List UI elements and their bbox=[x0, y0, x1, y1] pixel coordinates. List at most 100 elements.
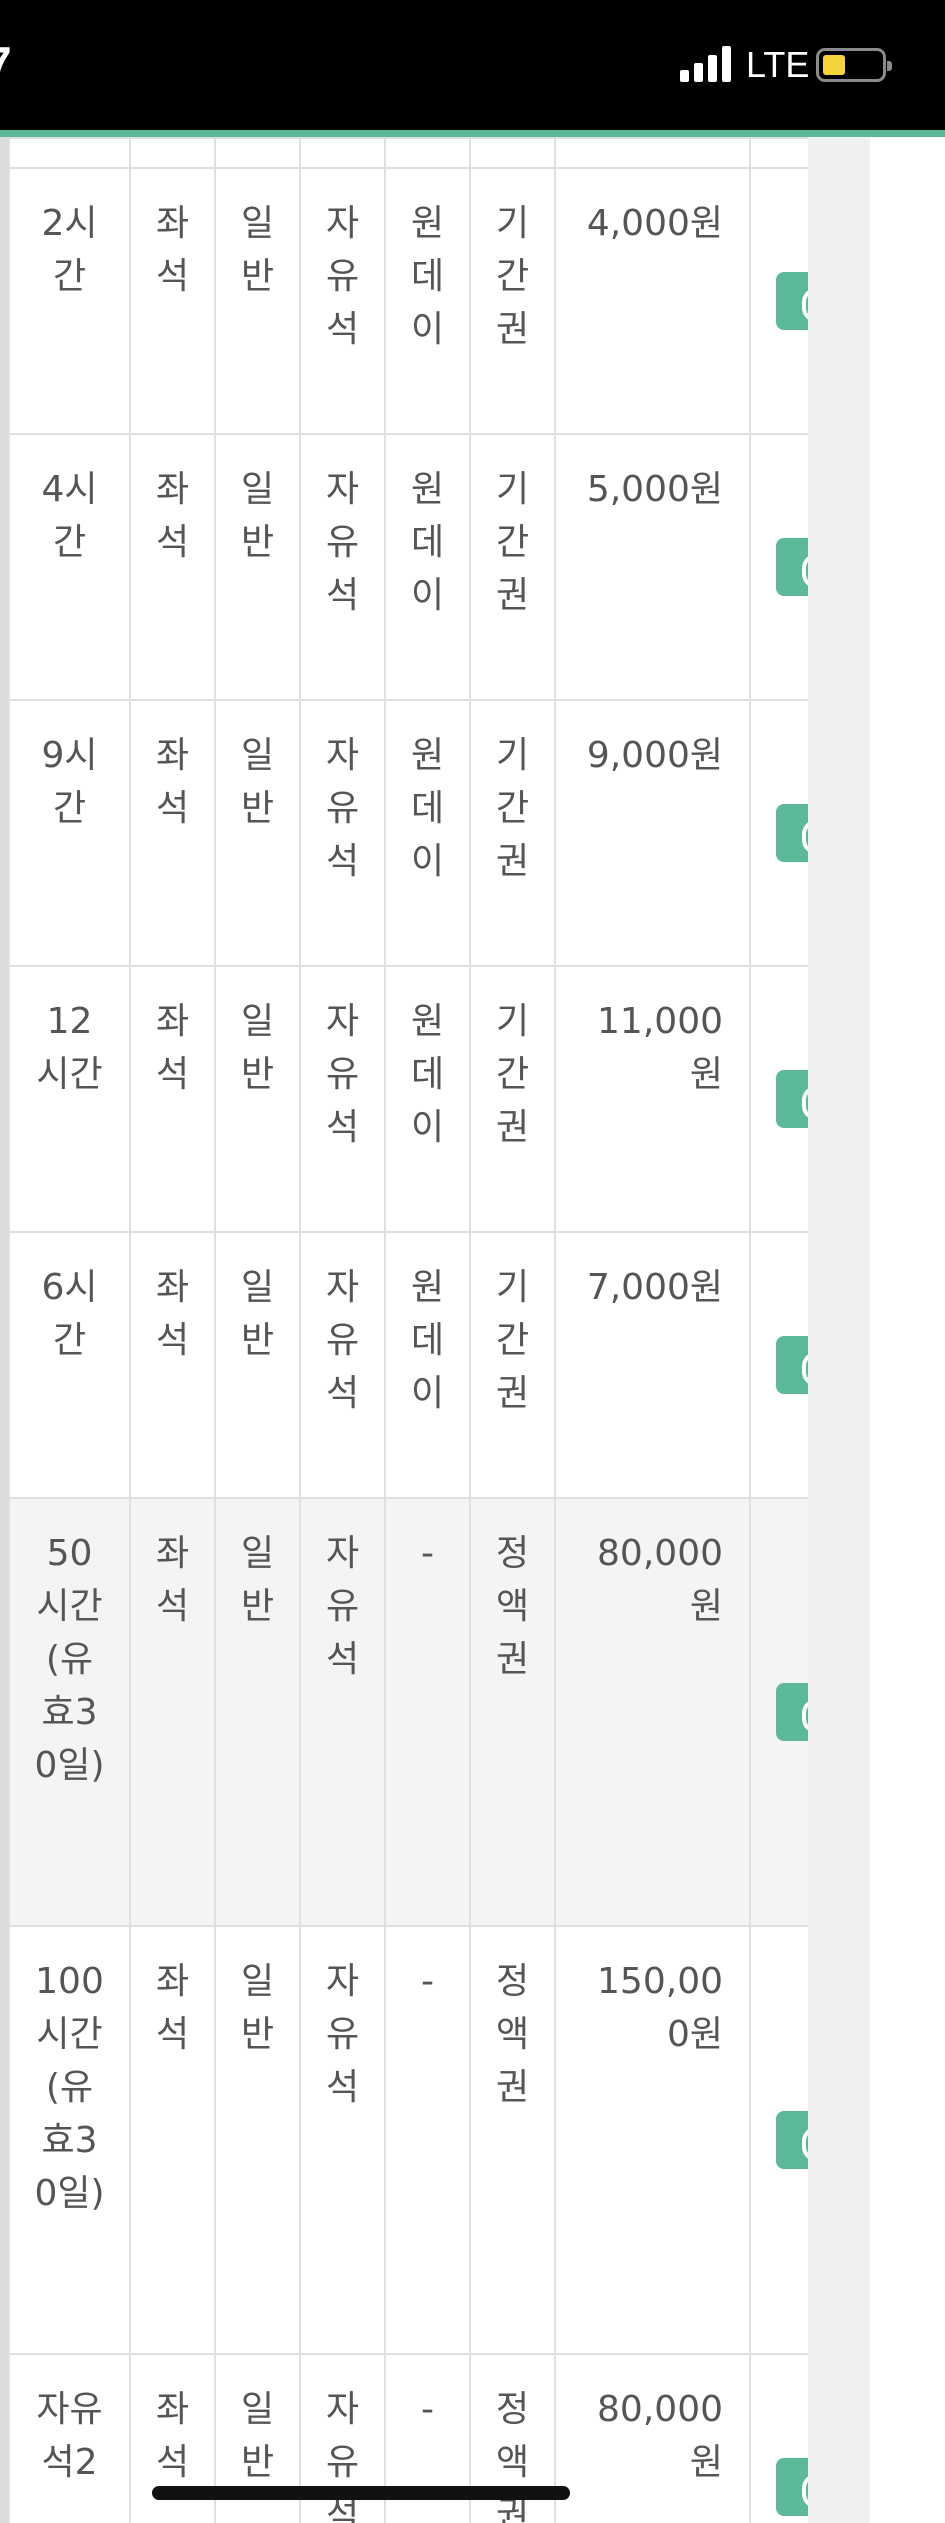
seat-type-text: 자유석 bbox=[325, 203, 360, 350]
seat-type-cell: 자유석 bbox=[299, 1231, 386, 1499]
ticket-type-cell: 정액권 bbox=[469, 1497, 556, 1927]
usage-text: - bbox=[421, 2389, 434, 2430]
ticket-type-cell: 기간권 bbox=[469, 699, 556, 967]
ticket-type-cell: 정액권 bbox=[469, 1925, 556, 2355]
seat-type-text: 자유석 bbox=[325, 1533, 360, 1680]
product-name-cell: 자유석2 bbox=[8, 2353, 131, 2523]
seat-type-text: 자유석 bbox=[325, 1267, 360, 1414]
price-text: 11,000원 bbox=[597, 1001, 723, 1095]
select-product-button[interactable] bbox=[776, 2111, 808, 2169]
status-bar: 7 LTE bbox=[0, 0, 945, 137]
member-type-text: 일반 bbox=[240, 1001, 275, 1095]
member-type-cell: 일반 bbox=[214, 965, 301, 1233]
seat-type-cell: 자유석 bbox=[299, 965, 386, 1233]
member-type-text: 일반 bbox=[240, 735, 275, 829]
select-product-button[interactable] bbox=[776, 804, 808, 862]
product-name-text: 2시간 bbox=[41, 203, 98, 297]
member-type-text: 일반 bbox=[240, 469, 275, 563]
member-type-text: 일반 bbox=[240, 2389, 275, 2483]
usage-text: - bbox=[421, 1961, 434, 2002]
ticket-type-cell: 기간권 bbox=[469, 1231, 556, 1499]
action-cell bbox=[749, 699, 808, 967]
ticket-type-text: 정액권 bbox=[495, 1533, 530, 1680]
select-product-button[interactable] bbox=[776, 1336, 808, 1394]
table-row: 9시간 좌석 일반 자유석 원데이 기간권 9,000원 bbox=[8, 699, 808, 967]
select-product-button[interactable] bbox=[776, 1070, 808, 1128]
category-text: 좌석 bbox=[155, 203, 190, 297]
table-header-row bbox=[8, 137, 808, 169]
usage-cell: - bbox=[384, 1925, 471, 2355]
select-product-button[interactable] bbox=[776, 1683, 808, 1741]
category-text: 좌석 bbox=[155, 1267, 190, 1361]
ticket-type-cell: 기간권 bbox=[469, 433, 556, 701]
seat-type-text: 자유석 bbox=[325, 469, 360, 616]
price-text: 7,000원 bbox=[586, 1267, 723, 1308]
category-text: 좌석 bbox=[155, 469, 190, 563]
category-text: 좌석 bbox=[155, 2389, 190, 2483]
network-type-label: LTE bbox=[746, 44, 810, 85]
product-name-text: 4시간 bbox=[41, 469, 98, 563]
header-accent-line bbox=[0, 130, 945, 137]
page-right-gutter bbox=[808, 137, 870, 2523]
usage-text: 원데이 bbox=[410, 469, 445, 616]
usage-text: 원데이 bbox=[410, 735, 445, 882]
product-name-cell: 100시간(유효30일) bbox=[8, 1925, 131, 2355]
price-cell: 11,000원 bbox=[554, 965, 751, 1233]
price-cell: 80,000원 bbox=[554, 2353, 751, 2523]
product-name-cell: 6시간 bbox=[8, 1231, 131, 1499]
price-cell: 4,000원 bbox=[554, 167, 751, 435]
usage-cell: - bbox=[384, 1497, 471, 1927]
product-table-scroll-area[interactable]: 2시간 좌석 일반 자유석 원데이 기간권 4,000원 4시간 좌석 일반 자유석 원데이 기간권 5,… bbox=[8, 137, 808, 2523]
price-cell: 5,000원 bbox=[554, 433, 751, 701]
member-type-text: 일반 bbox=[240, 1961, 275, 2055]
select-product-button[interactable] bbox=[776, 272, 808, 330]
product-name-cell: 4시간 bbox=[8, 433, 131, 701]
category-text: 좌석 bbox=[155, 1533, 190, 1627]
seat-type-text: 자유석 bbox=[325, 1001, 360, 1148]
price-text: 80,000원 bbox=[597, 1533, 723, 1627]
ticket-type-text: 기간권 bbox=[495, 735, 530, 882]
price-text: 80,000원 bbox=[597, 2389, 723, 2483]
category-cell: 좌석 bbox=[129, 1925, 216, 2355]
category-cell: 좌석 bbox=[129, 1231, 216, 1499]
status-time: 7 bbox=[0, 36, 12, 90]
seat-type-cell: 자유석 bbox=[299, 433, 386, 701]
category-cell: 좌석 bbox=[129, 699, 216, 967]
select-product-button[interactable] bbox=[776, 2458, 808, 2516]
category-cell: 좌석 bbox=[129, 1497, 216, 1927]
price-text: 4,000원 bbox=[586, 203, 723, 244]
seat-type-cell: 자유석 bbox=[299, 1497, 386, 1927]
page-left-edge bbox=[0, 137, 8, 2523]
select-product-button[interactable] bbox=[776, 538, 808, 596]
product-name-cell: 12시간 bbox=[8, 965, 131, 1233]
action-cell bbox=[749, 965, 808, 1233]
battery-icon bbox=[816, 48, 892, 82]
action-cell bbox=[749, 1231, 808, 1499]
member-type-cell: 일반 bbox=[214, 1231, 301, 1499]
seat-type-cell: 자유석 bbox=[299, 699, 386, 967]
usage-text: - bbox=[421, 1533, 434, 1574]
ticket-type-text: 기간권 bbox=[495, 469, 530, 616]
table-row: 4시간 좌석 일반 자유석 원데이 기간권 5,000원 bbox=[8, 433, 808, 701]
price-cell: 7,000원 bbox=[554, 1231, 751, 1499]
product-table-body: 2시간 좌석 일반 자유석 원데이 기간권 4,000원 4시간 좌석 일반 자유석 원데이 기간권 5,… bbox=[8, 137, 808, 2523]
price-text: 150,000원 bbox=[597, 1961, 723, 2055]
member-type-cell: 일반 bbox=[214, 699, 301, 967]
category-text: 좌석 bbox=[155, 735, 190, 829]
usage-text: 원데이 bbox=[410, 1001, 445, 1148]
member-type-text: 일반 bbox=[240, 1533, 275, 1627]
usage-cell: 원데이 bbox=[384, 167, 471, 435]
seat-type-cell: 자유석 bbox=[299, 1925, 386, 2355]
member-type-cell: 일반 bbox=[214, 167, 301, 435]
product-name-cell: 9시간 bbox=[8, 699, 131, 967]
usage-cell: 원데이 bbox=[384, 699, 471, 967]
product-name-text: 12시간 bbox=[36, 1001, 103, 1095]
product-name-text: 100시간(유효30일) bbox=[34, 1961, 105, 2214]
table-row: 50시간(유효30일) 좌석 일반 자유석 - 정액권 80,000원 bbox=[8, 1497, 808, 1927]
table-row: 12시간 좌석 일반 자유석 원데이 기간권 11,000원 bbox=[8, 965, 808, 1233]
price-text: 9,000원 bbox=[586, 735, 723, 776]
home-indicator[interactable] bbox=[152, 2486, 570, 2500]
member-type-cell: 일반 bbox=[214, 1925, 301, 2355]
category-text: 좌석 bbox=[155, 1001, 190, 1095]
usage-cell: 원데이 bbox=[384, 433, 471, 701]
